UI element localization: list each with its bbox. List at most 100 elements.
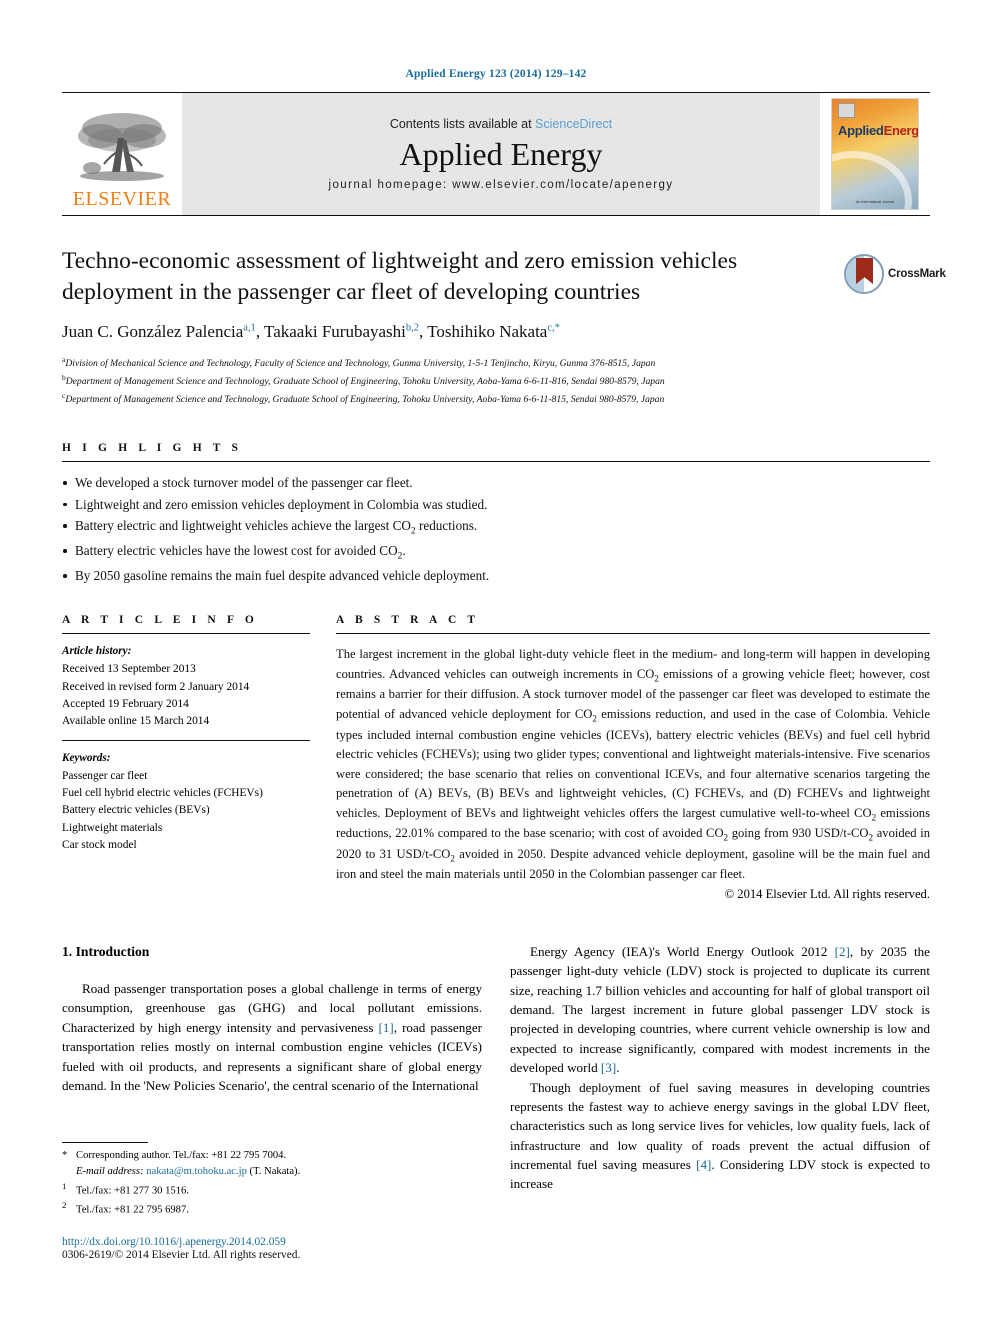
highlights-heading: H I G H L I G H T S xyxy=(62,442,243,455)
citation-2[interactable]: [2] xyxy=(835,944,850,959)
cover-title: AppliedEnergy xyxy=(838,123,919,138)
affiliation-c: cDepartment of Management Science and Te… xyxy=(62,390,930,408)
journal-band: Contents lists available at ScienceDirec… xyxy=(182,93,820,215)
abstract-heading: A B S T R A C T xyxy=(336,614,480,627)
info-abstract-row: A R T I C L E I N F O Article history: R… xyxy=(62,614,930,902)
cover-title-energy: Energy xyxy=(883,123,919,138)
history-received: Received 13 September 2013 xyxy=(62,663,196,676)
highlights-divider xyxy=(62,461,930,463)
contents-prefix: Contents lists available at xyxy=(389,117,536,132)
crossmark-flag-shape xyxy=(856,258,873,284)
history-revised: Received in revised form 2 January 2014 xyxy=(62,680,250,693)
footnote-note-1: 1 Tel./fax: +81 277 30 1516. xyxy=(62,1180,472,1200)
doi-link[interactable]: http://dx.doi.org/10.1016/j.apenergy.201… xyxy=(62,1236,472,1248)
list-item: Lightweight and zero emission vehicles d… xyxy=(62,494,930,515)
footnote-corresponding-text: Corresponding author. Tel./fax: +81 22 7… xyxy=(76,1149,287,1161)
author-2-affil-marker[interactable]: b,2 xyxy=(406,322,419,333)
citation-3[interactable]: [3] xyxy=(601,1060,616,1075)
list-item: We developed a stock turnover model of t… xyxy=(62,472,930,493)
abstract-divider xyxy=(336,633,930,635)
highlight-text: By 2050 gasoline remains the main fuel d… xyxy=(75,568,490,584)
footnote-note-2-text: Tel./fax: +81 22 795 6987. xyxy=(76,1204,189,1216)
cover-footer-text: An International Journal xyxy=(856,200,894,204)
footnote-divider xyxy=(62,1141,148,1143)
journal-homepage-link[interactable]: journal homepage: www.elsevier.com/locat… xyxy=(329,179,674,191)
journal-title: Applied Energy xyxy=(399,136,603,173)
author-1-name: Juan C. González Palencia xyxy=(62,322,244,342)
email-field[interactable]: nakata@m.tohoku.ac.jp xyxy=(146,1166,247,1177)
footnote-marker-asterisk: * xyxy=(62,1149,68,1161)
footnote-corresponding-author: * Corresponding author. Tel./fax: +81 22 … xyxy=(62,1148,472,1164)
keyword-item[interactable]: Car stock model xyxy=(62,837,310,854)
abstract-text: The largest increment in the global ligh… xyxy=(336,647,931,882)
contents-available-line: Contents lists available at ScienceDirec… xyxy=(390,117,612,131)
keyword-item[interactable]: Battery electric vehicles (BEVs) xyxy=(62,802,310,819)
crossmark-badge[interactable]: CrossMark xyxy=(844,248,946,300)
footnote-email: E-mail address: nakata@m.tohoku.ac.jp (T… xyxy=(62,1164,472,1180)
journal-masthead: ELSEVIER Contents lists available at Sci… xyxy=(62,92,930,216)
citation-4[interactable]: [4] xyxy=(696,1157,711,1172)
author-1[interactable]: Juan C. González Palenciaa,1 xyxy=(62,322,256,341)
footnote-marker-1: 1 xyxy=(62,1180,67,1191)
keyword-item[interactable]: Passenger car fleet xyxy=(62,768,310,785)
article-info-divider xyxy=(62,633,310,635)
page-title: Techno-economic assessment of lightweigh… xyxy=(62,248,738,305)
highlights-section: H I G H L I G H T S We developed a stock… xyxy=(62,442,930,586)
footnote-marker-2: 2 xyxy=(62,1200,67,1211)
list-item: By 2050 gasoline remains the main fuel d… xyxy=(62,565,930,586)
highlight-text: Lightweight and zero emission vehicles d… xyxy=(75,496,488,512)
affiliation-a: aDivision of Mechanical Science and Tech… xyxy=(62,354,930,372)
author-2[interactable]: Takaaki Furubayashib,2 xyxy=(264,322,419,341)
keywords-divider xyxy=(62,739,310,741)
keywords-title: Keywords: xyxy=(62,751,111,764)
intro-paragraph-right-1: Energy Agency (IEA)'s World Energy Outlo… xyxy=(510,943,930,1076)
article-info-heading: A R T I C L E I N F O xyxy=(62,614,258,627)
elsevier-wordmark: ELSEVIER xyxy=(72,188,172,210)
footnote-block: * Corresponding author. Tel./fax: +81 22 … xyxy=(62,1141,472,1261)
affiliation-b-text: Department of Management Science and Tec… xyxy=(65,376,665,388)
article-history-title: Article history: xyxy=(62,645,132,658)
abstract-section: A B S T R A C T The largest increment in… xyxy=(336,614,930,902)
history-online: Available online 15 March 2014 xyxy=(62,715,210,728)
running-head-text[interactable]: Applied Energy 123 (2014) 129–142 xyxy=(405,68,586,80)
author-3[interactable]: Toshihiko Nakatac,* xyxy=(427,322,560,341)
crossmark-icon xyxy=(844,254,884,294)
affiliation-b: bDepartment of Management Science and Te… xyxy=(62,372,930,390)
intro-paragraph-left: Road passenger transportation poses a gl… xyxy=(62,981,482,1093)
highlight-text: We developed a stock turnover model of t… xyxy=(75,475,413,491)
author-sep-2: , xyxy=(419,322,428,342)
article-header: CrossMark Techno-economic assessment of … xyxy=(62,246,946,408)
footnote-note-1-text: Tel./fax: +81 277 30 1516. xyxy=(76,1185,189,1197)
author-3-affil-marker[interactable]: c,* xyxy=(547,322,560,333)
citation-1[interactable]: [1] xyxy=(378,1020,393,1035)
cover-title-applied: Applied xyxy=(838,123,884,138)
author-1-affil-marker[interactable]: a,1 xyxy=(243,322,256,333)
journal-cover-thumbnail[interactable]: AppliedEnergy An International Journal xyxy=(820,93,930,215)
list-item: Battery electric and lightweight vehicle… xyxy=(62,515,930,540)
affiliation-c-text: Department of Management Science and Tec… xyxy=(65,394,665,406)
affiliation-list: aDivision of Mechanical Science and Tech… xyxy=(62,354,930,408)
list-item: Battery electric vehicles have the lowes… xyxy=(62,540,930,565)
elsevier-tree-icon xyxy=(78,113,166,181)
section-heading-introduction: 1. Introduction xyxy=(62,943,150,959)
article-info-section: A R T I C L E I N F O Article history: R… xyxy=(62,614,310,902)
email-owner: (T. Nakata). xyxy=(249,1165,301,1177)
author-list: Juan C. González Palenciaa,1, Takaaki Fu… xyxy=(62,322,930,342)
sciencedirect-link[interactable]: ScienceDirect xyxy=(535,117,612,131)
history-accepted: Accepted 19 February 2014 xyxy=(62,698,189,711)
keyword-item[interactable]: Lightweight materials xyxy=(62,820,310,837)
author-2-name: Takaaki Furubayashi xyxy=(264,322,406,342)
author-3-name: Toshihiko Nakata xyxy=(427,322,548,342)
affiliation-a-text: Division of Mechanical Science and Techn… xyxy=(65,358,656,370)
elsevier-logo: ELSEVIER xyxy=(62,93,182,215)
body-column-right: Energy Agency (IEA)'s World Energy Outlo… xyxy=(510,942,930,1252)
keywords-block: Keywords: Passenger car fleet Fuel cell … xyxy=(62,750,310,855)
keyword-item[interactable]: Fuel cell hybrid electric vehicles (FCHE… xyxy=(62,785,310,802)
issn-copyright-line: 0306-2619/© 2014 Elsevier Ltd. All right… xyxy=(62,1249,301,1261)
cover-image: AppliedEnergy An International Journal xyxy=(831,98,919,210)
author-sep-1: , xyxy=(255,322,265,342)
abstract-copyright: © 2014 Elsevier Ltd. All rights reserved… xyxy=(724,886,930,901)
intro-paragraph-right-2: Though deployment of fuel saving measure… xyxy=(510,1079,930,1192)
running-head: Applied Energy 123 (2014) 129–142 xyxy=(62,0,930,80)
email-label: E-mail address: xyxy=(76,1165,144,1177)
